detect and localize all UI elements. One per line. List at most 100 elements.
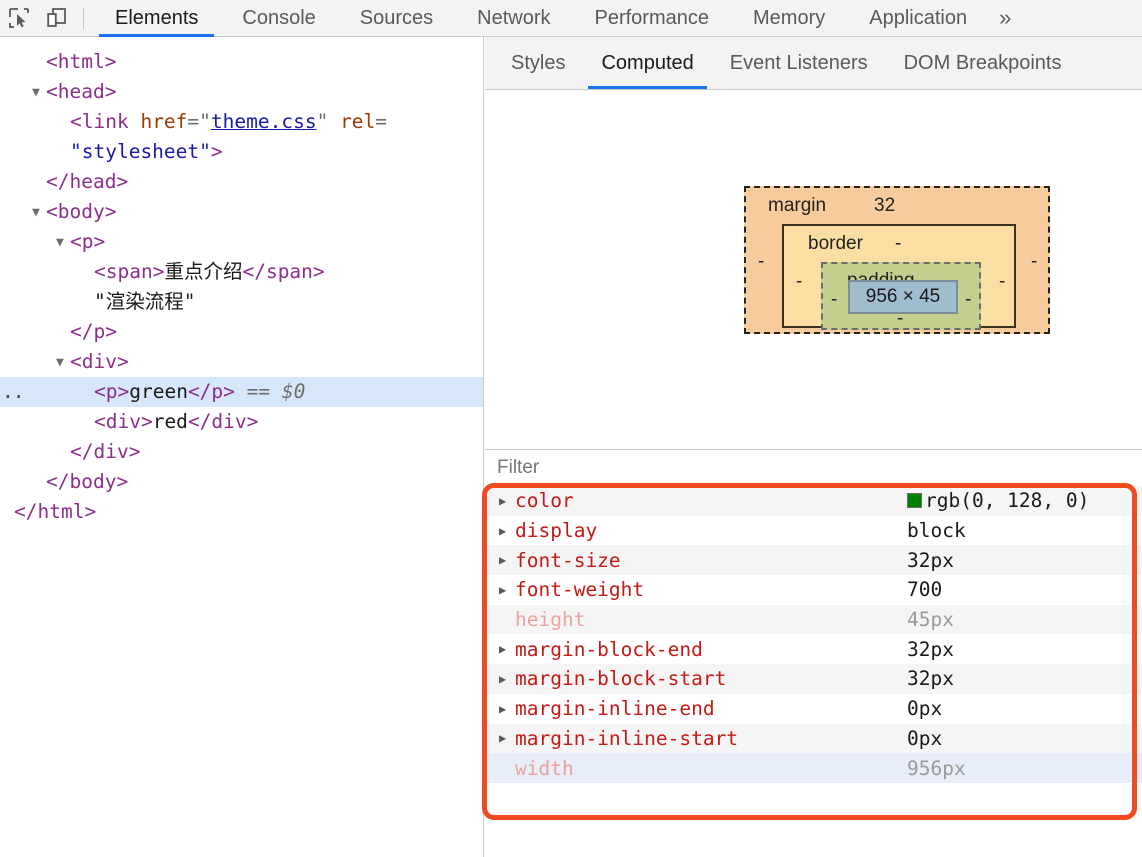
device-toolbar-icon[interactable] [38, 0, 76, 37]
expand-triangle-icon[interactable]: ▼ [56, 228, 70, 258]
expand-triangle-icon[interactable]: ▶ [499, 553, 515, 567]
margin-right-value[interactable]: - [1031, 251, 1037, 273]
dom-token: </p> [188, 380, 235, 403]
computed-property-row[interactable]: ▶margin-inline-start0px [485, 724, 1142, 754]
dom-tree-row[interactable]: <div>red</div> [0, 407, 483, 437]
dom-token: <p> [70, 230, 105, 253]
computed-property-value[interactable]: rgb(0, 128, 0) [907, 489, 1089, 512]
dom-token: <div> [70, 350, 129, 373]
tab-dom-breakpoints[interactable]: DOM Breakpoints [886, 37, 1080, 89]
inspect-element-icon[interactable] [0, 0, 38, 37]
computed-property-row[interactable]: ▶margin-block-end32px [485, 634, 1142, 664]
tab-styles[interactable]: Styles [493, 37, 583, 89]
box-model-border[interactable]: border - - - - padding - - - 956 × 45 [782, 224, 1016, 328]
computed-property-value[interactable]: 0px [907, 697, 942, 720]
dom-tree-row[interactable]: </body> [0, 467, 483, 497]
computed-property-value-text: 0px [907, 727, 942, 750]
box-model-padding[interactable]: padding - - - 956 × 45 [821, 262, 981, 330]
expand-triangle-icon[interactable]: ▼ [32, 198, 46, 228]
expand-triangle-icon[interactable]: ▶ [499, 642, 515, 656]
computed-property-row[interactable]: ▶margin-inline-end0px [485, 694, 1142, 724]
sidebar-tabs: Styles Computed Event Listeners DOM Brea… [485, 37, 1142, 90]
dom-tree-row[interactable]: ▼<div> [0, 347, 483, 377]
dom-tree-row[interactable]: </head> [0, 167, 483, 197]
expand-triangle-icon[interactable]: ▼ [32, 78, 46, 108]
dom-token: </span> [242, 260, 324, 283]
computed-property-value[interactable]: 32px [907, 667, 954, 690]
computed-filter-bar[interactable]: Filter [485, 450, 1142, 486]
stylesheet-link[interactable]: theme.css [211, 110, 317, 133]
dom-tree-row[interactable]: <link href="theme.css" rel= [0, 107, 483, 137]
expand-triangle-icon[interactable]: ▶ [499, 672, 515, 686]
tab-event-listeners[interactable]: Event Listeners [712, 37, 886, 89]
more-tabs-chevron-icon[interactable]: » [989, 0, 1027, 37]
dom-tree-row[interactable]: ▼<p> [0, 227, 483, 257]
dom-row-badge: .. [2, 377, 23, 407]
padding-right-value[interactable]: - [965, 289, 971, 311]
toolbar-divider [83, 8, 84, 29]
computed-property-name: color [515, 489, 907, 512]
expand-triangle-icon[interactable]: ▶ [499, 731, 515, 745]
dom-tree-row[interactable]: ▼<body> [0, 197, 483, 227]
dom-tree-row[interactable]: </p> [0, 317, 483, 347]
tab-console-label: Console [242, 7, 315, 30]
expand-triangle-icon[interactable]: ▶ [499, 524, 515, 538]
dom-token: == [235, 380, 282, 403]
dom-tree-row[interactable]: "渲染流程" [0, 287, 483, 317]
dom-tree-row-selected[interactable]: ..<p>green</p> == $0 [0, 377, 483, 407]
filter-input-placeholder[interactable]: Filter [497, 457, 539, 479]
tab-performance[interactable]: Performance [573, 0, 732, 37]
dom-tree-panel[interactable]: <html> ▼<head><link href="theme.css" rel=… [0, 37, 484, 857]
tab-memory[interactable]: Memory [731, 0, 847, 37]
computed-property-value[interactable]: 700 [907, 578, 942, 601]
computed-property-row[interactable]: ▶font-size32px [485, 545, 1142, 575]
expand-triangle-icon[interactable]: ▶ [499, 583, 515, 597]
computed-property-value[interactable]: 32px [907, 638, 954, 661]
border-top-value[interactable]: - [895, 233, 901, 255]
dom-token: "stylesheet" [70, 140, 211, 163]
expand-triangle-icon[interactable]: ▶ [499, 702, 515, 716]
computed-property-row[interactable]: ▶height45px [485, 605, 1142, 635]
expand-triangle-icon[interactable]: ▼ [56, 348, 70, 378]
dom-token: href [140, 110, 187, 133]
computed-property-row[interactable]: ▶margin-block-start32px [485, 664, 1142, 694]
computed-property-value[interactable]: 45px [907, 608, 954, 631]
tab-elements[interactable]: Elements [93, 0, 220, 37]
tab-memory-label: Memory [753, 7, 825, 30]
dom-tree-row[interactable]: </html> [0, 497, 483, 527]
margin-left-value[interactable]: - [758, 251, 764, 273]
computed-property-value[interactable]: block [907, 519, 966, 542]
dom-tree-rows: <html> ▼<head><link href="theme.css" rel=… [0, 47, 483, 527]
box-model-margin-label: margin [768, 195, 826, 217]
padding-left-value[interactable]: - [831, 289, 837, 311]
dom-token: </html> [14, 500, 96, 523]
computed-property-row[interactable]: ▶width956px [485, 753, 1142, 783]
tab-console[interactable]: Console [220, 0, 337, 37]
dom-token: " [317, 110, 340, 133]
expand-triangle-icon[interactable]: ▶ [499, 494, 515, 508]
dom-tree-row[interactable]: <html> [0, 47, 483, 77]
border-left-value[interactable]: - [796, 271, 802, 293]
dom-token: <html> [46, 50, 116, 73]
computed-property-value[interactable]: 0px [907, 727, 942, 750]
dom-tree-row[interactable]: <span>重点介绍</span> [0, 257, 483, 287]
tab-sources[interactable]: Sources [338, 0, 455, 37]
tab-computed[interactable]: Computed [583, 37, 711, 89]
dom-token: <span> [94, 260, 164, 283]
dom-token: <body> [46, 200, 116, 223]
margin-top-value[interactable]: 32 [874, 195, 895, 217]
box-model-content-size[interactable]: 956 × 45 [848, 280, 958, 314]
dom-tree-row[interactable]: </div> [0, 437, 483, 467]
dom-tree-row[interactable]: "stylesheet"> [0, 137, 483, 167]
computed-property-row[interactable]: ▶colorrgb(0, 128, 0) [485, 486, 1142, 516]
computed-property-row[interactable]: ▶font-weight700 [485, 575, 1142, 605]
computed-property-value[interactable]: 956px [907, 757, 966, 780]
tab-application[interactable]: Application [847, 0, 989, 37]
box-model-margin[interactable]: margin 32 32 - - border - - - - padding … [744, 186, 1050, 334]
computed-property-value[interactable]: 32px [907, 549, 954, 572]
dom-tree-row[interactable]: ▼<head> [0, 77, 483, 107]
color-swatch-icon[interactable] [907, 493, 922, 508]
border-right-value[interactable]: - [999, 271, 1005, 293]
tab-network[interactable]: Network [455, 0, 572, 37]
computed-property-row[interactable]: ▶displayblock [485, 516, 1142, 546]
